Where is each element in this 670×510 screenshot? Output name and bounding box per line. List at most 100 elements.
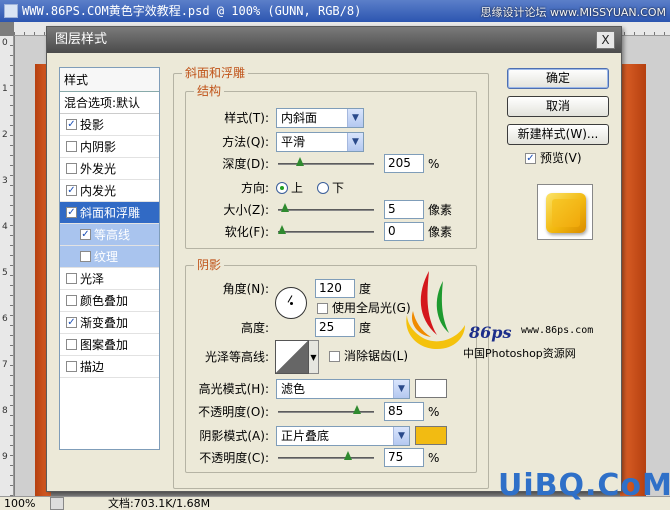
style-item-label: 纹理 — [94, 249, 119, 264]
styles-header[interactable]: 样式 — [60, 68, 159, 92]
blending-options-item[interactable]: 混合选项:默认 — [60, 92, 159, 114]
style-checkbox[interactable] — [66, 273, 77, 284]
shadow-mode-select[interactable]: 正片叠底 ▼ — [276, 426, 410, 446]
shadow-opacity-unit: % — [428, 451, 440, 465]
highlight-mode-value: 滤色 — [281, 382, 306, 396]
ruler-number: 7 — [2, 360, 8, 370]
structure-legend: 结构 — [194, 84, 225, 98]
style-item[interactable]: 颜色叠加 — [60, 290, 159, 312]
highlight-opacity-input[interactable]: 85 — [384, 402, 424, 421]
style-item[interactable]: 等高线 — [60, 224, 159, 246]
style-checkbox[interactable] — [66, 361, 77, 372]
anti-aliased-checkbox[interactable] — [329, 351, 340, 362]
style-checkbox[interactable] — [66, 163, 77, 174]
chevron-down-icon: ▼ — [393, 380, 409, 398]
style-item[interactable]: 投影 — [60, 114, 159, 136]
style-item[interactable]: 光泽 — [60, 268, 159, 290]
style-item-label: 图案叠加 — [80, 337, 129, 352]
size-slider[interactable] — [278, 203, 374, 212]
style-preview — [537, 184, 593, 240]
depth-slider-thumb[interactable] — [296, 157, 304, 166]
depth-input[interactable]: 205 — [384, 154, 424, 173]
size-slider-thumb[interactable] — [281, 203, 289, 212]
style-item-label: 外发光 — [80, 161, 117, 176]
style-item[interactable]: 外发光 — [60, 158, 159, 180]
style-checkbox[interactable] — [66, 119, 77, 130]
dialog-title: 图层样式 — [47, 27, 621, 53]
soften-slider-thumb[interactable] — [278, 225, 286, 234]
document-size: 文档:703.1K/1.68M — [108, 497, 211, 510]
chevron-down-icon[interactable]: ▼ — [309, 340, 319, 374]
style-item[interactable]: 斜面和浮雕 — [60, 202, 159, 224]
style-item-label: 斜面和浮雕 — [80, 205, 141, 220]
ok-button[interactable]: 确定 — [507, 68, 609, 89]
style-checkbox[interactable] — [66, 185, 77, 196]
preview-checkbox[interactable] — [525, 153, 536, 164]
direction-down-label[interactable]: 下 — [332, 180, 344, 196]
new-style-button[interactable]: 新建样式(W)... — [507, 124, 609, 145]
angle-label: 角度(N): — [222, 282, 269, 296]
style-checkbox[interactable] — [66, 339, 77, 350]
altitude-unit: 度 — [359, 321, 372, 335]
direction-up-radio[interactable] — [276, 182, 288, 194]
gloss-contour-preview[interactable] — [275, 340, 309, 374]
highlight-mode-select[interactable]: 滤色 ▼ — [276, 379, 410, 399]
style-item[interactable]: 描边 — [60, 356, 159, 378]
style-item[interactable]: 渐变叠加 — [60, 312, 159, 334]
highlight-color-swatch[interactable] — [415, 379, 447, 398]
global-light-checkbox[interactable] — [317, 303, 328, 314]
angle-input[interactable]: 120 — [315, 279, 355, 298]
status-menu-icon[interactable] — [50, 497, 64, 510]
soften-unit: 像素 — [428, 225, 453, 239]
soften-slider[interactable] — [278, 225, 374, 234]
chevron-down-icon: ▼ — [347, 133, 363, 151]
style-checkbox[interactable] — [80, 251, 91, 262]
shadow-color-swatch[interactable] — [415, 426, 447, 445]
style-item[interactable]: 图案叠加 — [60, 334, 159, 356]
angle-indicator — [287, 295, 293, 303]
ruler-number: 2 — [2, 130, 8, 140]
technique-label: 方法(Q): — [222, 135, 269, 149]
highlight-mode-label: 高光模式(H): — [198, 382, 269, 396]
ruler-number: 1 — [2, 84, 8, 94]
logo-swoosh-icon — [406, 271, 465, 349]
style-checkbox[interactable] — [66, 295, 77, 306]
altitude-input[interactable]: 25 — [315, 318, 355, 337]
ruler-number: 4 — [2, 222, 8, 232]
preview-swatch — [546, 193, 586, 233]
shadow-opacity-slider[interactable] — [278, 451, 374, 460]
shadow-opacity-thumb[interactable] — [344, 451, 352, 460]
cancel-button[interactable]: 取消 — [507, 96, 609, 117]
shadow-opacity-label: 不透明度(C): — [199, 451, 269, 465]
bevel-style-value: 内斜面 — [281, 111, 318, 125]
technique-select[interactable]: 平滑 ▼ — [276, 132, 364, 152]
direction-up-label[interactable]: 上 — [291, 180, 303, 196]
angle-dial[interactable] — [275, 287, 307, 319]
style-checkbox[interactable] — [66, 317, 77, 328]
soften-input[interactable]: 0 — [384, 222, 424, 241]
style-item-label: 投影 — [80, 117, 105, 132]
highlight-opacity-slider[interactable] — [278, 405, 374, 414]
ruler-number: 0 — [2, 38, 8, 48]
chevron-down-icon: ▼ — [347, 109, 363, 127]
depth-slider[interactable] — [278, 157, 374, 166]
bevel-style-select[interactable]: 内斜面 ▼ — [276, 108, 364, 128]
close-button[interactable]: X — [596, 31, 615, 49]
style-checkbox[interactable] — [80, 229, 91, 240]
size-input[interactable]: 5 — [384, 200, 424, 219]
style-item[interactable]: 纹理 — [60, 246, 159, 268]
zoom-level[interactable]: 100% — [4, 497, 35, 510]
style-item[interactable]: 内阴影 — [60, 136, 159, 158]
logo-brand: 86ps — [469, 323, 512, 342]
style-checkbox[interactable] — [66, 141, 77, 152]
style-checkbox[interactable] — [66, 207, 77, 218]
style-item-label: 内阴影 — [80, 139, 117, 154]
ruler-number: 3 — [2, 176, 8, 186]
direction-down-radio[interactable] — [317, 182, 329, 194]
shadow-opacity-input[interactable]: 75 — [384, 448, 424, 467]
preview-label[interactable]: 预览(V) — [540, 150, 582, 166]
style-item[interactable]: 内发光 — [60, 180, 159, 202]
depth-unit: % — [428, 157, 440, 171]
watermark-top: 思缘设计论坛 www.MISSYUAN.COM — [480, 6, 666, 19]
highlight-opacity-thumb[interactable] — [353, 405, 361, 414]
